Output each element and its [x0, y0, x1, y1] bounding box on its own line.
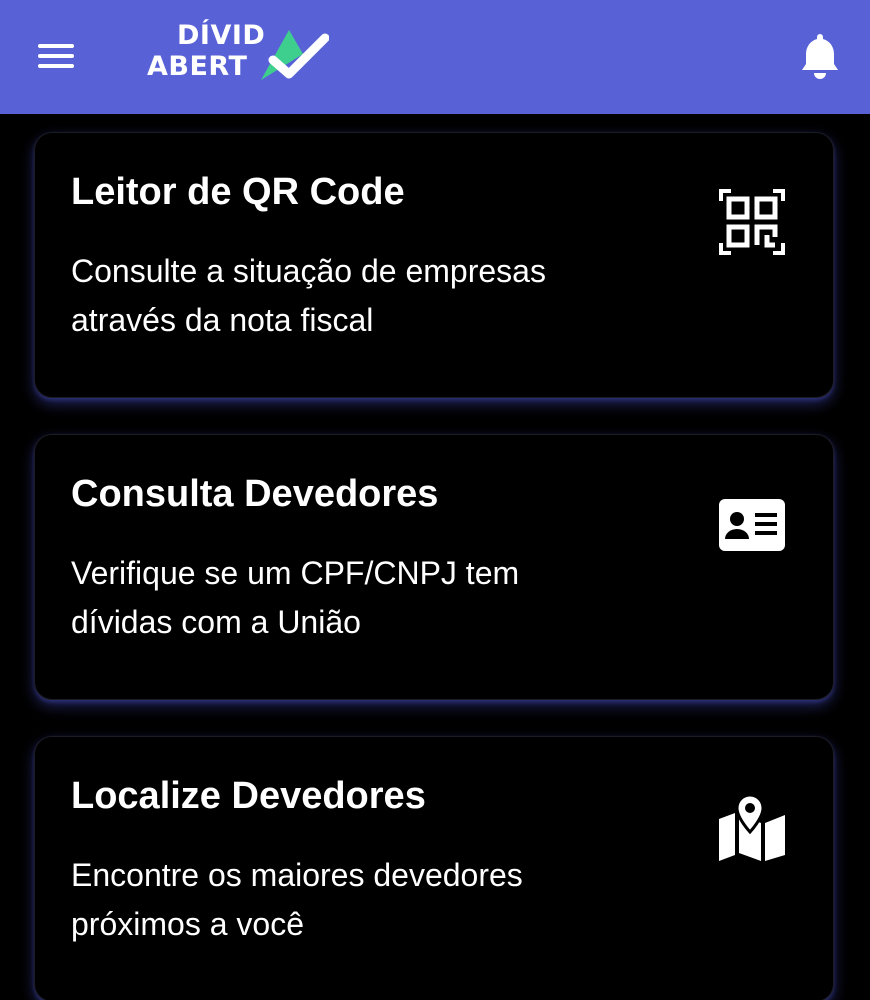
qr-code-icon — [719, 189, 785, 255]
debtor-lookup-card[interactable]: Consulta Devedores Verifique se um CPF/C… — [34, 434, 834, 700]
checkmark-logo-icon — [261, 30, 329, 80]
card-title: Localize Devedores — [71, 775, 426, 817]
map-icon — [719, 793, 785, 861]
hamburger-menu-icon[interactable] — [36, 40, 78, 72]
id-card-icon — [719, 499, 785, 551]
card-description: Consulte a situação de empresas através … — [71, 253, 546, 338]
top-app-bar: DÍVID ABERT — [0, 0, 870, 114]
locate-debtors-card[interactable]: Localize Devedores Encontre os maiores d… — [34, 736, 834, 1000]
card-description: Verifique se um CPF/CNPJ tem dívidas com… — [71, 555, 520, 640]
logo-text-line2: ABERT — [147, 51, 248, 82]
qr-reader-card[interactable]: Leitor de QR Code Consulte a situação de… — [34, 132, 834, 398]
card-description: Encontre os maiores devedores próximos a… — [71, 857, 523, 942]
card-title: Consulta Devedores — [71, 473, 439, 515]
app-logo: DÍVID ABERT — [145, 18, 335, 88]
card-title: Leitor de QR Code — [71, 171, 405, 213]
bell-icon[interactable] — [800, 32, 840, 80]
